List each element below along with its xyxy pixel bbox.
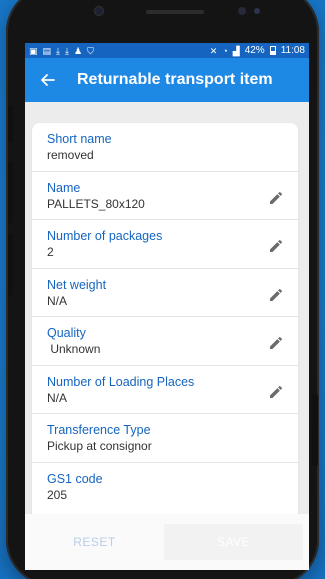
download-icon: ⤓ (65, 45, 69, 56)
field-label: Number of packages (47, 229, 163, 243)
field-value: N/A (47, 293, 68, 308)
field-label: GS1 code (47, 471, 103, 486)
field-value: PALLETS_80x120 (47, 196, 145, 211)
status-bar: ▣ ▤ ⤓ ⤓ ♟ ⛉ ✕ ◔ ▟ 42% 11:08 (25, 43, 309, 58)
field-number-of-packages: Number of packages 2 (32, 220, 298, 269)
gallery-icon: ▣ (29, 45, 38, 56)
field-label: Short name (47, 132, 112, 146)
field-value: removed (47, 148, 94, 162)
back-button[interactable] (35, 68, 59, 92)
field-label: Number of Loading Places (47, 374, 195, 389)
battery-icon (269, 46, 276, 55)
field-transference-type: Transference Type Pickup at consignor (32, 414, 298, 463)
field-value: Unknown (47, 342, 101, 356)
shield-icon: ⛉ (87, 45, 94, 56)
field-label: Net weight (47, 277, 107, 292)
field-value: 2 (47, 245, 54, 259)
front-sensor (94, 6, 104, 16)
pencil-edit-icon[interactable] (268, 335, 284, 351)
earpiece-speaker (146, 10, 204, 14)
pencil-edit-icon[interactable] (268, 238, 284, 254)
image-icon: ▤ (42, 45, 52, 56)
clock: 11:08 (280, 45, 305, 56)
reset-button[interactable]: RESET (25, 524, 164, 560)
action-bar: RESET SAVE (25, 514, 309, 570)
field-value: 205 (47, 487, 68, 502)
person-icon: ♟ (74, 45, 83, 56)
pencil-edit-icon[interactable] (268, 190, 284, 206)
battery-percent: 42% (244, 45, 265, 56)
field-label: Transference Type (47, 423, 151, 437)
field-net-weight: Net weight N/A (32, 269, 298, 317)
system-icons: ✕ ◔ ▟ 42% 11:08 (210, 45, 305, 56)
phone-power-button (312, 394, 318, 466)
details-card: Short name removed Name PALLETS_80x120 N… (32, 123, 298, 523)
field-number-of-loading-places: Number of Loading Places N/A (32, 366, 298, 414)
field-short-name: Short name removed (32, 123, 298, 172)
field-value: Pickup at consignor (47, 439, 152, 453)
field-name: Name PALLETS_80x120 (32, 172, 298, 220)
phone-volume-down (8, 234, 13, 296)
field-quality: Quality Unknown (32, 317, 298, 366)
notification-icons: ▣ ▤ ⤓ ⤓ ♟ ⛉ (29, 46, 94, 56)
back-arrow-icon (41, 74, 55, 86)
download-icon: ⤓ (56, 45, 61, 56)
app-screen: ▣ ▤ ⤓ ⤓ ♟ ⛉ ✕ ◔ ▟ 42% 11:08 Returnable t… (25, 43, 309, 570)
wifi-icon: ◔ (222, 45, 228, 56)
pencil-edit-icon[interactable] (268, 287, 284, 303)
save-button[interactable]: SAVE (164, 524, 303, 560)
mute-icon: ✕ (209, 45, 218, 56)
field-value: N/A (47, 390, 68, 405)
pencil-edit-icon[interactable] (268, 384, 284, 400)
iris-sensor (254, 8, 260, 14)
phone-volume-up (8, 162, 13, 224)
front-camera (238, 7, 246, 15)
field-label: Quality (47, 326, 86, 340)
app-bar: Returnable transport item (25, 58, 309, 102)
signal-icon: ▟ (232, 45, 240, 56)
field-label: Name (47, 180, 81, 195)
page-title: Returnable transport item (77, 71, 273, 88)
phone-side-button (8, 106, 13, 142)
field-gs1-code: GS1 code 205 (32, 463, 298, 512)
